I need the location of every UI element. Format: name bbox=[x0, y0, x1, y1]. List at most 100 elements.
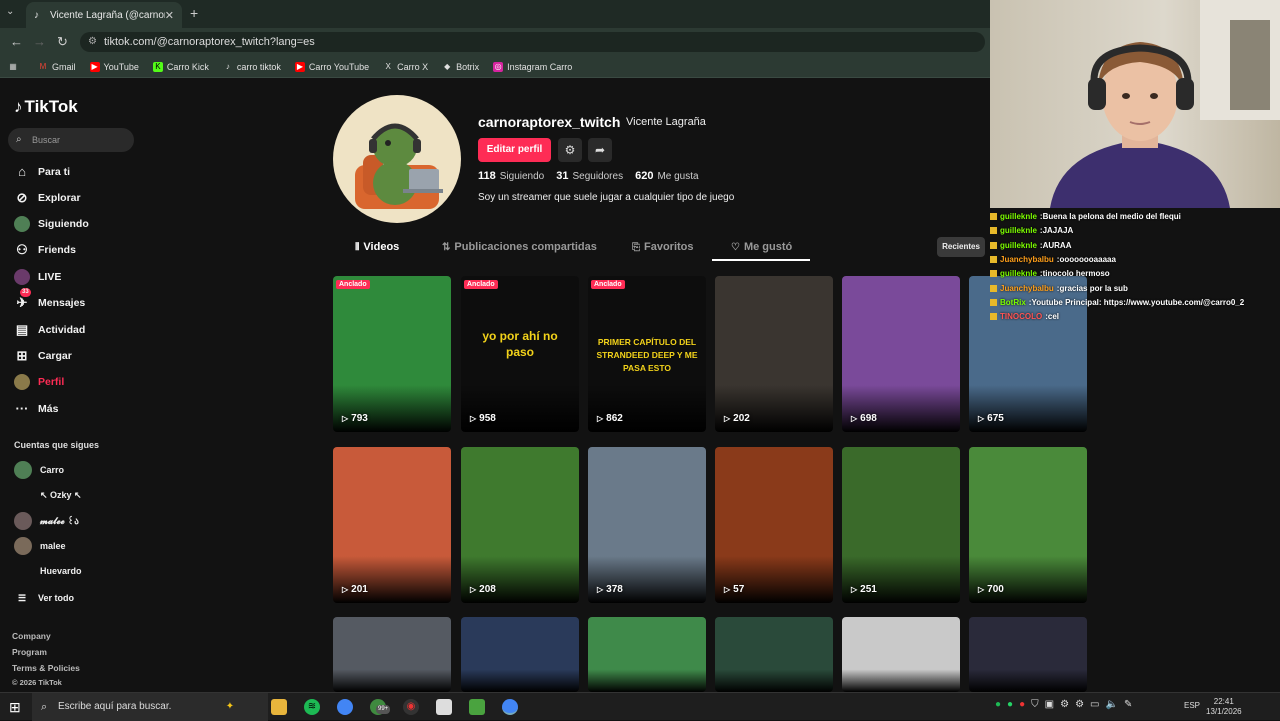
tab-search-icon[interactable]: ⌄ bbox=[6, 6, 14, 17]
minecraft-icon[interactable] bbox=[469, 699, 485, 715]
app-tray-icon[interactable]: ▣ bbox=[1045, 699, 1054, 710]
nav-para-ti[interactable]: ⌂ Para ti bbox=[14, 164, 70, 180]
followed-account[interactable]: ↖︎ Ozky ↖︎ bbox=[14, 486, 82, 504]
spotify-tray-icon[interactable]: ● bbox=[995, 699, 1001, 710]
video-card[interactable]: ▷ 201 bbox=[333, 447, 451, 603]
video-card[interactable]: ▷ 202 bbox=[715, 276, 833, 432]
following-stat[interactable]: 118 Siguiendo bbox=[478, 170, 544, 182]
avatar bbox=[14, 461, 32, 479]
bookmark-carro-x[interactable]: X Carro X bbox=[383, 62, 428, 72]
nav-siguiendo[interactable]: Siguiendo bbox=[14, 216, 89, 232]
followed-account[interactable]: Huevardo bbox=[14, 562, 82, 580]
video-card[interactable]: ▷ 378 bbox=[588, 447, 706, 603]
video-card[interactable]: Anclado ▷ 793 bbox=[333, 276, 451, 432]
edit-tray-icon[interactable]: ✎ bbox=[1124, 699, 1132, 710]
footer-terms[interactable]: Terms & Policies bbox=[12, 663, 80, 673]
whatsapp-tray-icon[interactable]: ● bbox=[1007, 699, 1013, 710]
avatar bbox=[14, 486, 32, 504]
nav-mas[interactable]: ··· Más bbox=[14, 401, 59, 417]
video-card[interactable] bbox=[588, 617, 706, 692]
settings-tray-icon[interactable]: ⚙ bbox=[1075, 699, 1084, 710]
bookmark-botrix[interactable]: ◆ Botrix bbox=[442, 62, 479, 72]
shield-tray-icon[interactable]: ⛉ bbox=[1031, 699, 1039, 710]
footer-company[interactable]: Company bbox=[12, 631, 51, 641]
x-icon: X bbox=[385, 61, 391, 71]
activity-icon: ▤ bbox=[15, 322, 29, 337]
windows-start-icon[interactable]: ⊞ bbox=[9, 699, 21, 716]
play-icon: ▷ bbox=[724, 585, 731, 594]
nav-cargar[interactable]: ⊞ Cargar bbox=[14, 348, 72, 364]
volume-tray-icon[interactable]: 🔈 bbox=[1105, 699, 1117, 710]
youtube-icon: ▶ bbox=[89, 61, 100, 72]
followed-account[interactable]: Carro bbox=[14, 461, 64, 479]
video-card[interactable]: ▷ 57 bbox=[715, 447, 833, 603]
url-input[interactable]: ⚙ tiktok.com/@carnoraptorex_twitch?lang=… bbox=[80, 32, 985, 52]
tiktok-logo[interactable]: ♪ TikTok bbox=[14, 97, 78, 117]
whatsapp-icon[interactable]: 99+ bbox=[370, 699, 391, 715]
video-card[interactable]: Anclado yo por ahí no paso ▷ 958 bbox=[461, 276, 579, 432]
nav-live[interactable]: LIVE bbox=[14, 269, 61, 285]
tab-reposts[interactable]: ⇅ Publicaciones compartidas bbox=[442, 241, 597, 253]
video-card[interactable]: ▷ 700 bbox=[969, 447, 1087, 603]
followers-stat[interactable]: 31 Seguidores bbox=[556, 170, 623, 182]
nav-actividad[interactable]: ▤ Actividad bbox=[14, 322, 85, 338]
address-bar-row: ← → ↻ ⚙ tiktok.com/@carnoraptorex_twitch… bbox=[0, 28, 990, 56]
reload-icon[interactable]: ↻ bbox=[57, 34, 68, 50]
video-card[interactable] bbox=[333, 617, 451, 692]
followed-account[interactable]: 𝓶𝓪𝓵𝓮𝓮 ꒰ა bbox=[14, 512, 79, 530]
obs-icon[interactable]: ◉ bbox=[403, 699, 419, 715]
site-info-icon[interactable]: ⚙ bbox=[88, 32, 97, 52]
apps-icon[interactable]: ▦ bbox=[8, 62, 22, 72]
tiktok-note-icon: ♪ bbox=[14, 97, 23, 116]
close-tab-icon[interactable]: ✕ bbox=[165, 9, 174, 22]
back-icon[interactable]: ← bbox=[10, 34, 23, 49]
see-all-link[interactable]: ☰ Ver todo bbox=[14, 590, 74, 606]
store-icon[interactable] bbox=[436, 699, 452, 715]
video-card[interactable] bbox=[715, 617, 833, 692]
browser-tab[interactable]: ♪ Vicente Lagraña (@carnoraptor ✕ bbox=[26, 2, 182, 28]
profile-avatar[interactable] bbox=[333, 95, 461, 223]
view-count: ▷ 793 bbox=[342, 413, 368, 424]
clock[interactable]: 22:41 13/1/2026 bbox=[1206, 697, 1242, 717]
video-card[interactable] bbox=[461, 617, 579, 692]
nav-perfil[interactable]: Perfil bbox=[14, 374, 64, 390]
sort-recientes-button[interactable]: Recientes bbox=[937, 237, 985, 257]
video-card[interactable]: ▷ 698 bbox=[842, 276, 960, 432]
bookmark-carro-kick[interactable]: K Carro Kick bbox=[152, 61, 209, 72]
forward-icon[interactable]: → bbox=[33, 34, 46, 49]
nav-mensajes[interactable]: ✈ 33 Mensajes bbox=[14, 288, 85, 311]
footer-program[interactable]: Program bbox=[12, 647, 47, 657]
taskbar-badge: 99+ bbox=[376, 705, 391, 714]
share-icon[interactable]: ➦ bbox=[588, 138, 612, 162]
video-card[interactable] bbox=[969, 617, 1087, 692]
chat-badge-icon bbox=[990, 298, 997, 306]
copilot-sparkle-icon[interactable]: ✦ bbox=[222, 699, 238, 715]
bookmark-carro-tiktok[interactable]: ♪ carro tiktok bbox=[223, 62, 281, 72]
nav-explorar[interactable]: ⊘ Explorar bbox=[14, 190, 81, 206]
video-card[interactable]: ▷ 208 bbox=[461, 447, 579, 603]
video-card[interactable]: ▷ 251 bbox=[842, 447, 960, 603]
chrome-icon[interactable] bbox=[337, 699, 353, 715]
new-tab-icon[interactable]: + bbox=[190, 5, 198, 21]
tab-videos[interactable]: ⦀ Videos bbox=[355, 241, 399, 253]
edit-profile-button[interactable]: Editar perfil bbox=[478, 138, 551, 162]
language-indicator[interactable]: ESP bbox=[1184, 701, 1200, 710]
chrome-active-icon[interactable] bbox=[502, 699, 518, 715]
tab-liked[interactable]: ♡ Me gustó bbox=[731, 241, 792, 253]
record-tray-icon[interactable]: ● bbox=[1019, 699, 1025, 710]
network-tray-icon[interactable]: ▭ bbox=[1090, 699, 1099, 710]
nav-friends[interactable]: ⚇ Friends bbox=[14, 242, 76, 258]
file-explorer-icon[interactable] bbox=[271, 699, 287, 715]
bookmark-carro-youtube[interactable]: ▶ Carro YouTube bbox=[294, 61, 369, 72]
followed-account[interactable]: malee bbox=[14, 537, 66, 555]
video-card[interactable]: Anclado PRIMER CAPÍTULO DEL STRANDEED DEE… bbox=[588, 276, 706, 432]
video-card[interactable] bbox=[842, 617, 960, 692]
settings-gear-icon[interactable]: ⚙ bbox=[558, 138, 582, 162]
search-input[interactable]: ⌕ Buscar bbox=[8, 128, 134, 152]
spotify-icon[interactable]: ≋ bbox=[304, 699, 320, 715]
bookmark-youtube[interactable]: ▶ YouTube bbox=[89, 61, 139, 72]
tab-favorites[interactable]: ⎘ Favoritos bbox=[632, 241, 694, 253]
bookmark-instagram-carro[interactable]: ◎ Instagram Carro bbox=[493, 61, 572, 72]
steam-tray-icon[interactable]: ⚙ bbox=[1060, 699, 1069, 710]
bookmark-gmail[interactable]: M Gmail bbox=[38, 62, 76, 72]
